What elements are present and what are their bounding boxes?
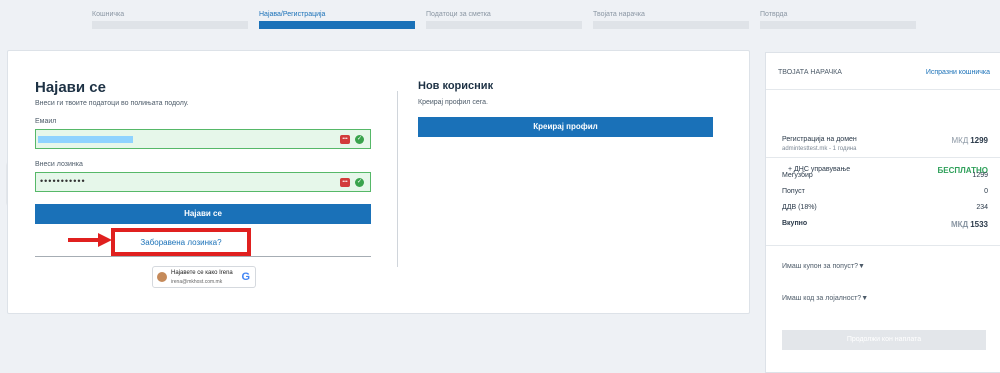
subtotal-value: 1299: [972, 172, 988, 179]
total-value: 1533: [970, 220, 988, 229]
loyalty-code-toggle[interactable]: Имаш код за лојалност?▼: [782, 295, 868, 302]
step-login-register: Најава/Регистрација: [259, 10, 415, 29]
new-user-section: Нов корисник Креирај профил сега. Креира…: [418, 80, 713, 137]
login-subtitle: Внеси ги твоите податоци во полињата под…: [35, 100, 189, 107]
currency-label: МКД: [951, 136, 969, 145]
login-form: Најави се Внеси ги твоите податоци во по…: [35, 79, 371, 224]
check-icon: ✓: [355, 178, 364, 187]
subtotal-row: Меѓузбир 1299: [782, 172, 988, 179]
step-bar: [259, 21, 415, 29]
coupon-toggle[interactable]: Имаш купон за попуст?▼: [782, 263, 865, 270]
step-label: Податоци за сметка: [426, 11, 491, 18]
red-arrow-annotation: [68, 233, 112, 247]
item-detail: admintesttest.mk - 1 година: [782, 146, 857, 152]
new-user-title: Нов корисник: [418, 80, 494, 92]
password-value: •••••••••••: [40, 176, 86, 186]
login-card: Најави се Внеси ги твоите податоци во по…: [7, 50, 750, 314]
total-row: Вкупно МКД 1533: [782, 220, 988, 229]
email-field[interactable]: ••• ✓: [35, 129, 371, 149]
avatar: [157, 272, 167, 282]
discount-row: Попуст 0: [782, 188, 988, 195]
discount-value: 0: [984, 188, 988, 195]
empty-cart-link[interactable]: Испразни кошничка: [926, 69, 990, 76]
google-icon: G: [241, 271, 250, 283]
total-price: МКД 1533: [951, 220, 988, 229]
password-manager-icon[interactable]: •••: [340, 135, 350, 144]
google-account-name: Најавете се како Irena: [171, 270, 233, 276]
step-label: Твојата нарачка: [593, 11, 645, 18]
checkout-stepper: Кошничка Најава/Регистрација Податоци за…: [92, 10, 916, 29]
new-user-subtitle: Креирај профил сега.: [418, 99, 488, 106]
google-signin-button[interactable]: Најавете се како Irena irena@mkhost.com.…: [152, 266, 256, 288]
order-item: Регистрација на домен МКД 1299: [782, 136, 989, 145]
forgot-password-link[interactable]: Заборавена лозинка?: [115, 238, 247, 247]
step-bar: [760, 21, 916, 29]
google-account-email: irena@mkhost.com.mk: [171, 279, 223, 285]
step-label: Најава/Регистрација: [259, 11, 326, 18]
check-icon: ✓: [355, 135, 364, 144]
step-label: Кошничка: [92, 11, 125, 18]
step-label: Потврда: [760, 11, 788, 18]
subtotal-label: Меѓузбир: [782, 172, 813, 179]
step-account-details: Податоци за сметка: [426, 10, 582, 29]
login-title: Најави се: [35, 79, 106, 96]
step-bar: [426, 21, 582, 29]
discount-label: Попуст: [782, 188, 805, 195]
step-bar: [593, 21, 749, 29]
password-manager-icon[interactable]: •••: [340, 178, 350, 187]
totals: Меѓузбир 1299 Попуст 0 ДДВ (18%) 234 Вку…: [766, 158, 1000, 246]
divider: [35, 256, 371, 257]
email-label: Емаил: [35, 118, 57, 125]
item-name: Регистрација на домен: [782, 136, 857, 143]
create-profile-button[interactable]: Креирај профил: [418, 117, 713, 137]
price-value: 1299: [970, 136, 988, 145]
vat-label: ДДВ (18%): [782, 204, 817, 211]
highlight-box: Заборавена лозинка?: [111, 228, 251, 256]
order-summary-header: ТВОЈАТА НАРАЧКА Испразни кошничка: [766, 53, 1000, 90]
step-bar: [92, 21, 248, 29]
total-label: Вкупно: [782, 220, 808, 227]
proceed-to-checkout-button[interactable]: Продолжи кон наплата: [782, 330, 986, 350]
step-confirmation: Потврда: [760, 10, 916, 29]
vertical-divider: [397, 91, 398, 267]
vat-value: 234: [976, 204, 988, 211]
order-items: Регистрација на домен МКД 1299 admintest…: [766, 90, 1000, 175]
vat-row: ДДВ (18%) 234: [782, 204, 988, 211]
item-price: МКД 1299: [952, 136, 989, 145]
password-label: Внеси лозинка: [35, 161, 83, 168]
password-field[interactable]: ••••••••••• ••• ✓: [35, 172, 371, 192]
order-summary: ТВОЈАТА НАРАЧКА Испразни кошничка Регист…: [765, 52, 1000, 373]
step-your-order: Твојата нарачка: [593, 10, 749, 29]
step-cart: Кошничка: [92, 10, 248, 29]
login-button[interactable]: Најави се: [35, 204, 371, 224]
order-summary-title: ТВОЈАТА НАРАЧКА: [778, 69, 842, 76]
currency-label: МКД: [951, 220, 969, 229]
email-autofill-highlight: [38, 136, 133, 143]
